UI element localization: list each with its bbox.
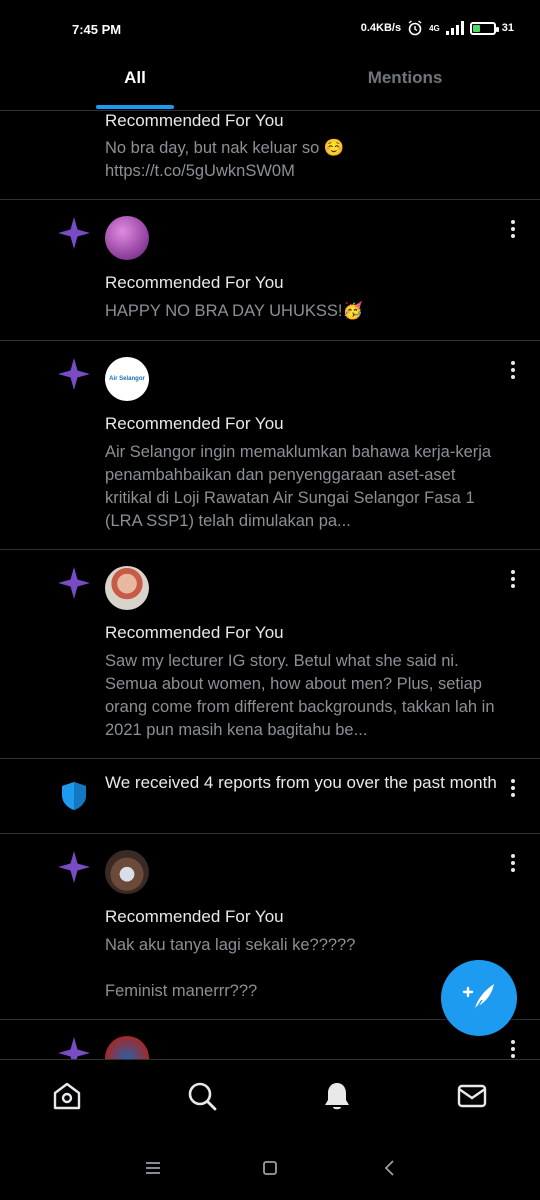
sparkle-icon (58, 567, 90, 599)
avatar[interactable] (105, 850, 149, 894)
sparkle-icon (58, 851, 90, 883)
more-options-icon[interactable] (510, 779, 516, 799)
notification-item[interactable]: Air Selangor Recommended For You Air Sel… (0, 341, 540, 550)
network-type: 4G (429, 23, 440, 33)
notification-item[interactable]: Recommended For You Saw my lecturer IG s… (0, 550, 540, 759)
messages-mail-icon[interactable] (456, 1080, 488, 1112)
notification-item[interactable]: Recommended For You No bra day, but nak … (0, 111, 540, 200)
notification-text: Saw my lecturer IG story. Betul what she… (105, 652, 495, 739)
avatar[interactable]: Air Selangor (105, 357, 149, 401)
sparkle-icon (58, 1037, 90, 1059)
sparkle-icon (58, 358, 90, 390)
sparkle-icon (58, 217, 90, 249)
compose-tweet-icon (462, 984, 494, 1013)
search-icon[interactable] (186, 1080, 218, 1112)
network-speed: 0.4KB/s (360, 22, 402, 34)
avatar[interactable] (105, 566, 149, 610)
alarm-icon (408, 20, 422, 36)
home-square-icon[interactable] (260, 1158, 280, 1178)
more-options-icon[interactable] (510, 854, 516, 874)
notification-text: No bra day, but nak keluar so ☺️ https:/… (105, 139, 345, 180)
home-icon[interactable] (51, 1080, 83, 1112)
compose-tweet-button[interactable] (441, 960, 517, 1036)
notification-tabs: All Mentions (0, 60, 540, 111)
status-right: 0.4KB/s 4G 31 (361, 20, 514, 36)
notification-label: Recommended For You (105, 273, 284, 292)
signal-icon (445, 21, 464, 35)
notification-label: Recommended For You (105, 414, 284, 433)
notification-item[interactable]: Recommended For You HAPPY NO BRA DAY UHU… (0, 200, 540, 341)
notification-text: HAPPY NO BRA DAY UHUKSS!🥳 (105, 302, 364, 320)
recent-apps-icon[interactable] (143, 1158, 163, 1178)
notification-label: Recommended For You (105, 623, 284, 642)
shield-icon (62, 782, 86, 810)
status-bar: 7:45 PM 0.4KB/s 4G 31 (0, 0, 540, 60)
notification-label: Recommended For You (105, 907, 284, 926)
active-tab-indicator (96, 105, 174, 109)
tab-mentions[interactable]: Mentions (350, 68, 460, 102)
more-options-icon[interactable] (510, 361, 516, 381)
battery-icon (469, 21, 499, 35)
notification-text: We received 4 reports from you over the … (105, 773, 497, 792)
battery-level: 31 (501, 22, 514, 34)
system-navigation-bar (0, 1140, 540, 1200)
report-summary-item[interactable]: We received 4 reports from you over the … (0, 759, 540, 834)
tab-all[interactable]: All (96, 68, 174, 102)
more-options-icon[interactable] (510, 1040, 516, 1059)
avatar-logo-text: Air Selangor (109, 376, 145, 382)
notification-text: Air Selangor ingin memaklumkan bahawa ke… (105, 443, 492, 530)
avatar[interactable] (105, 1036, 149, 1059)
bottom-navigation (0, 1059, 540, 1136)
notification-feed[interactable]: Recommended For You No bra day, but nak … (0, 111, 540, 1059)
status-time: 7:45 PM (72, 22, 122, 37)
more-options-icon[interactable] (510, 570, 516, 590)
notifications-bell-icon[interactable] (321, 1080, 353, 1112)
notification-label: Recommended For You (105, 111, 284, 130)
back-icon[interactable] (380, 1158, 400, 1178)
more-options-icon[interactable] (510, 220, 516, 240)
avatar[interactable] (105, 216, 149, 260)
